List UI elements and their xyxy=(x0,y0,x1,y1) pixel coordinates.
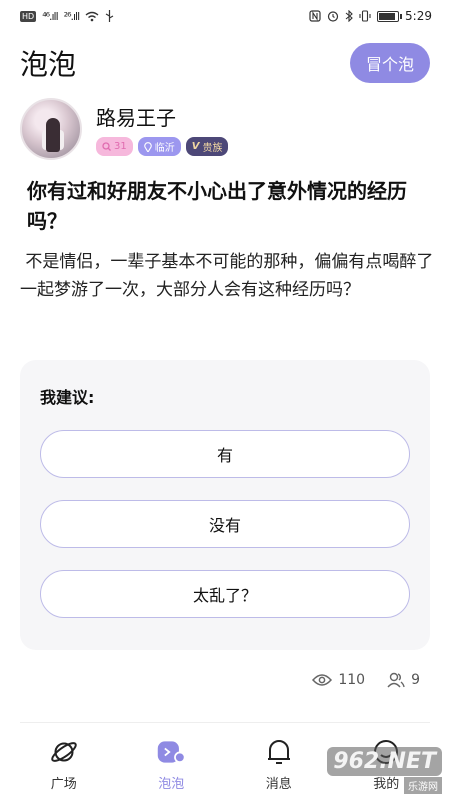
tab-messages[interactable]: 消息 xyxy=(239,737,319,792)
nfc-icon xyxy=(309,10,321,22)
poll-option-no[interactable]: 没有 xyxy=(40,500,410,548)
page-title: 泡泡 xyxy=(20,48,77,81)
search-level-icon xyxy=(102,142,111,151)
status-bar: HD ⁴⁶.ıll ²⁶.ıll 5:29 xyxy=(0,0,450,32)
author-name[interactable]: 路易王子 xyxy=(96,102,228,131)
wifi-icon xyxy=(85,11,99,21)
top-bar: 泡泡 冒个泡 xyxy=(0,38,450,88)
signal-icon-2: ²⁶.ıll xyxy=(63,9,81,23)
hd-indicator: HD xyxy=(20,10,37,22)
views-stat: 110 xyxy=(312,672,365,688)
usb-icon xyxy=(105,10,114,22)
post-bubble-button[interactable]: 冒个泡 xyxy=(349,43,430,83)
post-description-text: 不是情侣，一辈子基本不可能的那种，偏偏有点喝醉了一起梦游了一次，大部分人会有这种… xyxy=(20,252,434,300)
participants-count: 9 xyxy=(411,672,420,688)
vip-v-icon: V xyxy=(191,141,200,152)
tab-plaza[interactable]: 广场 xyxy=(24,737,104,792)
alarm-icon xyxy=(327,11,339,22)
level-value: 31 xyxy=(114,141,127,152)
tab-bubble[interactable]: 泡泡 xyxy=(131,737,211,792)
tab-plaza-label: 广场 xyxy=(50,776,77,792)
author-badges: 31 临沂 V 贵族 xyxy=(96,137,229,156)
vibrate-icon xyxy=(359,10,371,22)
level-badge: 31 xyxy=(96,137,133,156)
post-description: 不是情侣，一辈子基本不可能的那种，偏偏有点喝醉了一起梦游了一次，大部分人会有这种… xyxy=(20,248,435,304)
signal-icon: ⁴⁶.ıll xyxy=(42,9,59,23)
location-pin-icon xyxy=(143,141,152,152)
post-stats: 110 9 xyxy=(312,672,420,688)
people-icon xyxy=(387,672,405,688)
author-row[interactable]: 路易王子 31 临沂 V 贵族 xyxy=(20,98,229,160)
bluetooth-icon xyxy=(345,10,353,22)
planet-icon xyxy=(50,741,77,762)
bubble-icon xyxy=(158,740,186,763)
tab-messages-label: 消息 xyxy=(265,776,292,792)
post-question[interactable]: 你有过和好朋友不小心出了意外情况的经历吗？ xyxy=(27,176,427,236)
participants-stat: 9 xyxy=(387,672,420,688)
poll-title: 我建议: xyxy=(40,388,95,407)
poll-option-messy[interactable]: 太乱了？ xyxy=(40,570,410,618)
poll-card: 我建议: 有 没有 太乱了？ xyxy=(20,360,430,650)
clock-time: 5:29 xyxy=(405,9,432,23)
bell-icon xyxy=(267,739,290,764)
battery-icon xyxy=(377,10,403,22)
city-badge: 临沂 xyxy=(137,137,181,156)
divider xyxy=(20,722,430,723)
city-value: 临沂 xyxy=(154,143,175,154)
vip-badge: V 贵族 xyxy=(185,137,229,156)
tab-bubble-label: 泡泡 xyxy=(158,776,185,792)
views-count: 110 xyxy=(338,672,366,688)
poll-option-yes[interactable]: 有 xyxy=(40,430,410,478)
watermark-big: 962.NET xyxy=(327,747,442,776)
vip-value: 贵族 xyxy=(202,143,223,154)
eye-icon xyxy=(312,674,333,686)
avatar[interactable] xyxy=(20,98,82,160)
watermark-logo: 962.NET 乐游网 xyxy=(327,747,442,794)
watermark-small: 乐游网 xyxy=(404,777,442,794)
